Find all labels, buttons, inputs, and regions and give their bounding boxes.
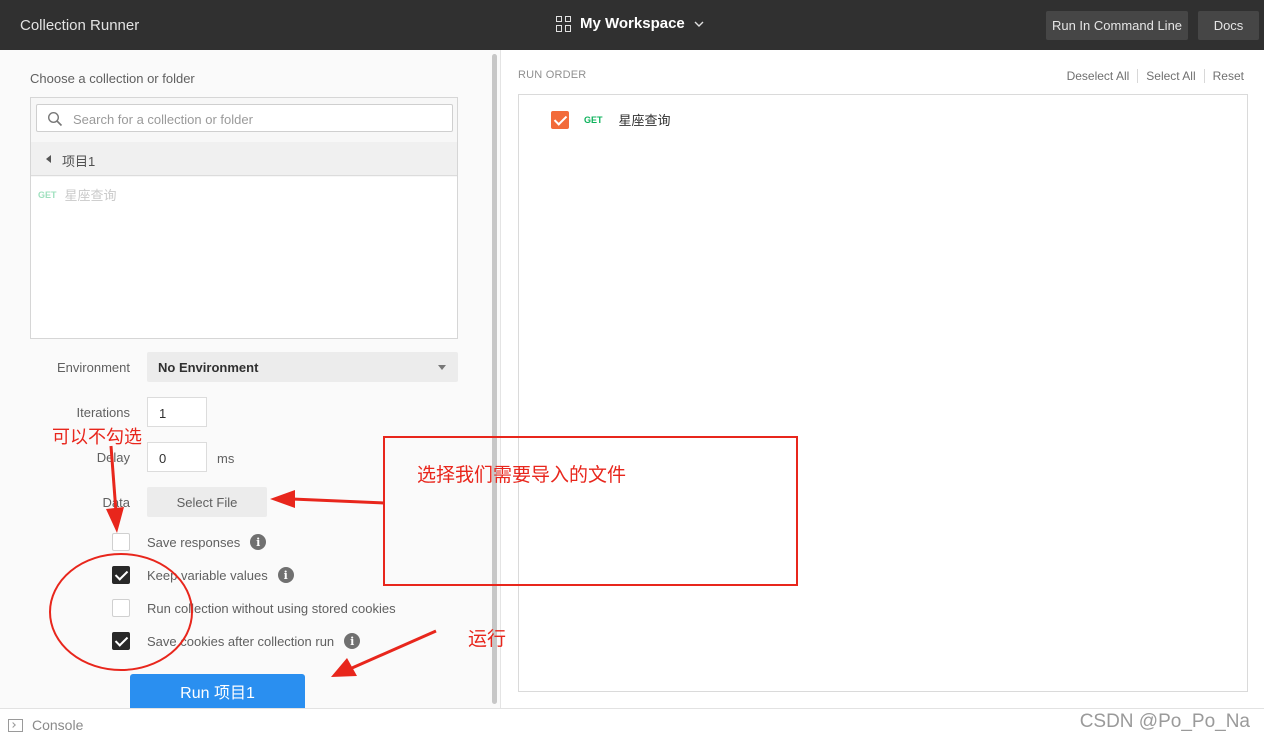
option-label: Save cookies after collection run — [147, 633, 335, 649]
deselect-all-link[interactable]: Deselect All — [1067, 69, 1130, 83]
search-icon — [47, 111, 63, 127]
request-name: 星座查询 — [64, 188, 117, 203]
request-list: GET 星座查询 — [31, 177, 457, 338]
option-save-responses[interactable]: Save responses i — [112, 533, 267, 551]
option-keep-variable-values[interactable]: Keep variable values i — [112, 566, 294, 584]
run-collection-button[interactable]: Run 项目1 — [130, 674, 305, 708]
save-cookies-checkbox[interactable] — [112, 632, 130, 650]
list-item[interactable]: GET 星座查询 — [551, 110, 671, 129]
status-bar: Console CSDN @Po_Po_Na — [0, 708, 1264, 741]
iterations-label: Iterations — [76, 405, 130, 420]
workspace-switcher[interactable]: My Workspace — [556, 15, 705, 32]
run-in-command-line-button[interactable]: Run In Command Line — [1046, 11, 1188, 40]
run-without-cookies-checkbox[interactable] — [112, 599, 130, 617]
delay-input[interactable]: 0 — [147, 442, 207, 472]
app-title: Collection Runner — [20, 17, 140, 34]
runner-setup-panel: Choose a collection or folder 项目1 GET 星座… — [0, 50, 500, 708]
workspace-name: My Workspace — [580, 15, 685, 32]
list-item[interactable]: GET 星座查询 — [38, 185, 117, 204]
keep-variable-values-checkbox[interactable] — [112, 566, 130, 584]
info-icon[interactable]: i — [277, 567, 294, 583]
request-checkbox[interactable] — [551, 110, 569, 129]
dropdown-arrow-icon — [438, 365, 446, 370]
separator — [1137, 69, 1139, 83]
collection-name: 项目1 — [62, 154, 96, 169]
select-all-link[interactable]: Select All — [1146, 69, 1195, 83]
console-icon — [8, 718, 23, 732]
info-icon[interactable]: i — [344, 633, 361, 649]
separator — [1203, 69, 1205, 83]
chevron-down-icon — [694, 21, 704, 27]
annotation-select-file: 选择我们需要导入的文件 — [417, 464, 627, 486]
environment-select[interactable]: No Environment — [147, 352, 458, 382]
option-save-cookies[interactable]: Save cookies after collection run i — [112, 632, 361, 650]
select-file-button[interactable]: Select File — [147, 487, 267, 517]
console-toggle[interactable]: Console — [8, 717, 83, 733]
caret-left-icon[interactable] — [46, 155, 51, 163]
search-input[interactable] — [73, 110, 443, 128]
collection-picker: 项目1 GET 星座查询 — [30, 97, 458, 339]
console-label: Console — [32, 717, 84, 733]
iterations-input[interactable]: 1 — [147, 397, 207, 427]
run-order-list: GET 星座查询 — [518, 94, 1248, 692]
request-method: GET — [584, 114, 603, 125]
scrollbar[interactable] — [492, 54, 497, 704]
option-label: Run collection without using stored cook… — [147, 600, 396, 616]
workspace-grid-icon — [556, 15, 572, 32]
docs-button[interactable]: Docs — [1198, 11, 1259, 40]
request-name: 星座查询 — [618, 113, 671, 128]
request-method: GET — [38, 189, 57, 200]
reset-link[interactable]: Reset — [1213, 69, 1244, 83]
annotation-box — [383, 436, 798, 586]
option-label: Save responses — [147, 534, 241, 550]
option-run-without-cookies[interactable]: Run collection without using stored cook… — [112, 599, 396, 617]
info-icon[interactable]: i — [250, 534, 267, 550]
top-bar: Collection Runner My Workspace Run In Co… — [0, 0, 1264, 50]
search-box[interactable] — [36, 104, 453, 132]
collection-item[interactable]: 项目1 — [31, 142, 457, 176]
annotation-optional: 可以不勾选 — [52, 427, 142, 448]
environment-label: Environment — [57, 360, 130, 375]
run-order-label: RUN ORDER — [518, 69, 587, 81]
delay-label: Delay — [96, 450, 130, 465]
environment-value: No Environment — [158, 360, 259, 375]
delay-unit: ms — [217, 451, 235, 466]
save-responses-checkbox[interactable] — [112, 533, 130, 551]
data-label: Data — [102, 495, 130, 510]
annotation-run: 运行 — [468, 628, 507, 650]
option-label: Keep variable values — [147, 567, 268, 583]
watermark: CSDN @Po_Po_Na — [1079, 711, 1250, 732]
run-order-actions: Deselect All Select All Reset — [1067, 69, 1244, 83]
choose-collection-label: Choose a collection or folder — [30, 71, 195, 86]
panel-divider[interactable] — [500, 50, 501, 708]
